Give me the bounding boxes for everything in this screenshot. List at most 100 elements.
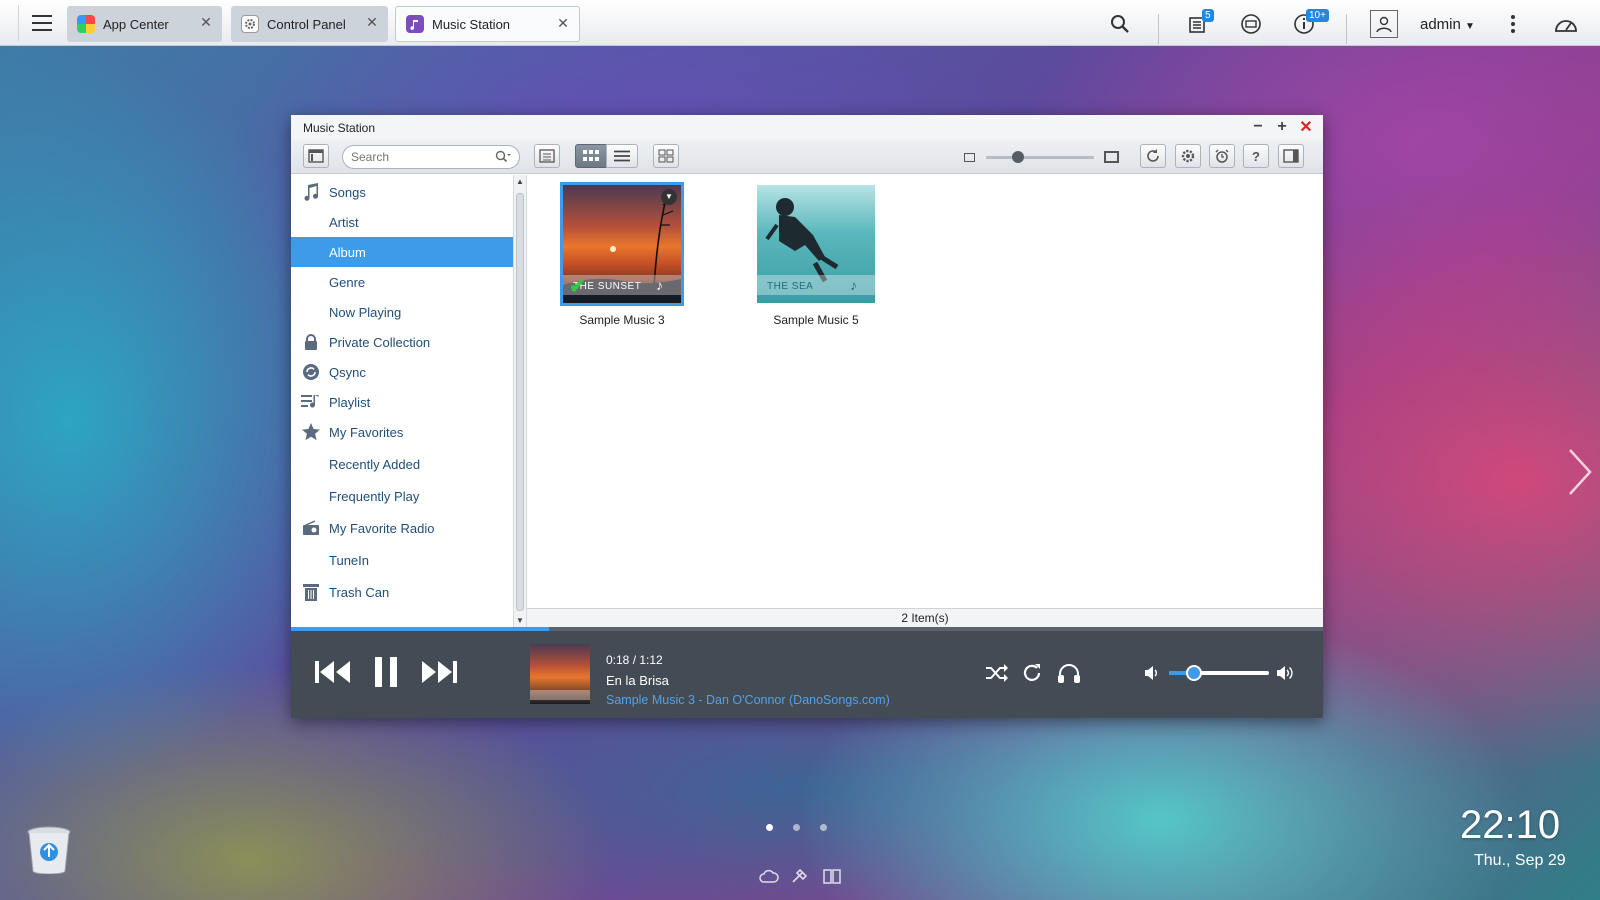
sidebar-icon (308, 149, 324, 163)
status-bar: 2 Item(s) (527, 608, 1323, 627)
thumbnail-view-button[interactable] (653, 144, 679, 168)
list-panel-icon (539, 149, 555, 163)
recycle-bin[interactable] (26, 826, 72, 874)
repeat-icon (1023, 664, 1041, 681)
settings-button[interactable] (1175, 144, 1201, 168)
sidebar-item-trash-can[interactable]: Trash Can (291, 577, 513, 607)
page-dot[interactable] (820, 824, 827, 831)
user-menu[interactable]: admin ▼ (1420, 16, 1475, 33)
sidebar-item-tunein[interactable]: TuneIn (291, 545, 513, 575)
album-cover[interactable]: THE SUNSET ♪ ▼ ✔ (560, 182, 684, 306)
sidebar-item-now-playing[interactable]: Now Playing (291, 297, 513, 327)
volume-slider[interactable] (1169, 665, 1269, 681)
close-icon[interactable]: ✕ (364, 14, 380, 31)
shuffle-button[interactable] (984, 661, 1010, 685)
close-icon[interactable]: ✕ (198, 14, 214, 31)
detail-pane-button[interactable] (534, 144, 560, 168)
sidebar-item-frequently-play[interactable]: Frequently Play (291, 481, 513, 511)
search-icon[interactable] (1107, 11, 1133, 37)
star-icon (301, 423, 321, 441)
taskbar: App Center ✕ Control Panel ✕ Music Stati… (0, 0, 1600, 46)
music-note-icon (406, 15, 424, 33)
next-page-arrow[interactable] (1566, 448, 1594, 496)
tab-music-station[interactable]: Music Station ✕ (395, 6, 580, 42)
separator (1158, 14, 1159, 44)
album-menu-icon[interactable]: ▼ (661, 189, 677, 205)
username: admin (1420, 16, 1461, 33)
sidebar-item-label: Playlist (329, 395, 371, 410)
main-menu-button[interactable] (18, 5, 64, 41)
zoom-slider-track[interactable] (986, 156, 1094, 159)
output-device-button[interactable] (1055, 661, 1083, 685)
lock-icon (301, 333, 321, 351)
close-icon[interactable]: ✕ (555, 15, 571, 32)
pause-button[interactable] (366, 653, 406, 691)
tab-app-center[interactable]: App Center ✕ (67, 6, 222, 42)
maximize-button[interactable]: + (1272, 117, 1292, 137)
sidebar-item-recently-added[interactable]: Recently Added (291, 449, 513, 479)
max-volume-button[interactable] (1276, 664, 1296, 682)
background-tasks-icon[interactable]: 5 (1186, 9, 1214, 37)
sidebar-item-playlist[interactable]: Playlist (291, 387, 513, 417)
external-device-icon[interactable] (1238, 11, 1264, 37)
scroll-down-icon[interactable]: ▼ (516, 616, 524, 625)
caret-down-icon: ▼ (1465, 21, 1475, 32)
sidebar-scrollbar[interactable]: ▲ ▼ (513, 175, 527, 627)
sidebar-item-my-favorite-radio[interactable]: My Favorite Radio (291, 513, 513, 543)
album-cover[interactable]: THE SEA ♪ (757, 185, 875, 303)
trash-icon (301, 583, 321, 601)
sidebar-item-songs[interactable]: Songs (291, 177, 513, 207)
sidebar-item-album[interactable]: Album (291, 237, 513, 267)
sidebar-item-private-collection[interactable]: Private Collection (291, 327, 513, 357)
cloud-icon[interactable] (759, 869, 779, 883)
sidebar-item-genre[interactable]: Genre (291, 267, 513, 297)
playback-progress[interactable] (291, 627, 1323, 631)
skip-previous-icon (315, 661, 350, 683)
mute-button[interactable] (1143, 665, 1161, 681)
minimize-button[interactable]: − (1248, 117, 1268, 137)
album-item[interactable]: THE SEA ♪ Sample Music 5 (757, 185, 877, 330)
zoom-slider-handle[interactable] (1012, 151, 1025, 163)
scrollbar-thumb[interactable] (516, 193, 524, 611)
next-button[interactable] (419, 655, 459, 689)
sidebar-item-qsync[interactable]: Qsync (291, 357, 513, 387)
book-icon[interactable] (823, 868, 841, 884)
alarm-clock-icon (1215, 149, 1229, 163)
more-options-icon[interactable] (1500, 11, 1526, 37)
help-button[interactable]: ? (1243, 144, 1269, 168)
scroll-up-icon[interactable]: ▲ (516, 177, 524, 186)
desktop-page-indicator (766, 824, 827, 831)
volume-handle[interactable] (1186, 665, 1202, 681)
dashboard-gauge-icon[interactable] (1553, 11, 1579, 37)
large-thumb-icon (1104, 151, 1119, 163)
album-name: Sample Music 5 (773, 313, 859, 327)
tab-control-panel[interactable]: Control Panel ✕ (231, 6, 388, 42)
alarm-button[interactable] (1209, 144, 1235, 168)
list-view-button[interactable] (606, 144, 638, 168)
page-dot[interactable] (766, 824, 773, 831)
album-name: Sample Music 3 (579, 313, 665, 327)
refresh-button[interactable] (1140, 144, 1166, 168)
window-titlebar[interactable]: Music Station − + ✕ (291, 115, 1323, 140)
page-dot[interactable] (793, 824, 800, 831)
user-avatar-icon[interactable] (1370, 10, 1398, 38)
previous-button[interactable] (313, 655, 353, 689)
grid-view-button[interactable] (575, 144, 607, 168)
chevron-right-icon (1569, 449, 1592, 495)
info-icon[interactable]: 10+ (1291, 9, 1329, 37)
now-playing-cover[interactable] (530, 644, 590, 704)
toggle-sidebar-button[interactable] (303, 144, 329, 168)
search-icon[interactable] (495, 150, 511, 164)
search-input[interactable] (351, 149, 491, 165)
toggle-info-panel-button[interactable] (1278, 144, 1304, 168)
repeat-button[interactable] (1019, 661, 1045, 685)
desktop-date: Thu., Sep 29 (1474, 852, 1566, 869)
track-artist[interactable]: Sample Music 3 - Dan O'Connor (DanoSongs… (606, 693, 890, 707)
sidebar-item-my-favorites[interactable]: My Favorites (291, 417, 513, 447)
search-box[interactable] (342, 145, 520, 169)
close-button[interactable]: ✕ (1296, 117, 1316, 137)
hamburger-icon (31, 15, 52, 31)
album-item[interactable]: THE SUNSET ♪ ▼ ✔ Sample Music 3 (560, 182, 684, 330)
tools-icon[interactable] (791, 868, 809, 884)
sidebar-item-artist[interactable]: Artist (291, 207, 513, 237)
